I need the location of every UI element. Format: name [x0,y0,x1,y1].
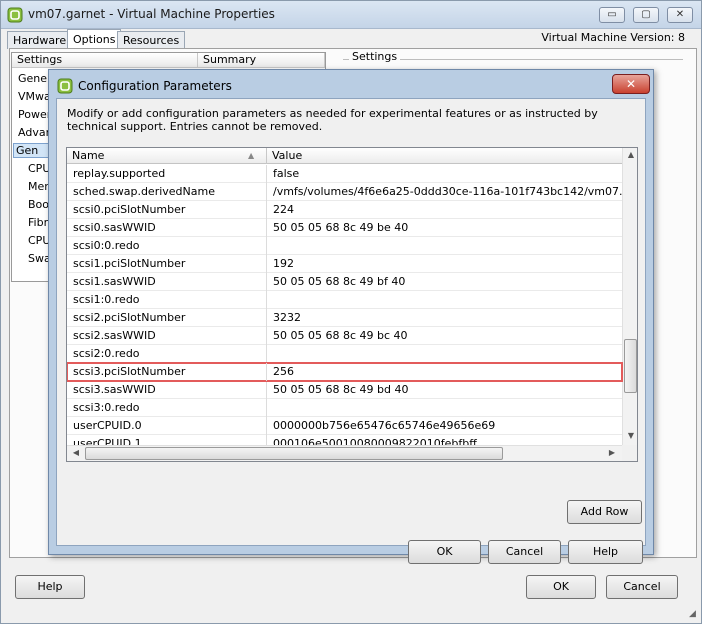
row-name: scsi3.sasWWID [67,381,267,399]
table-row[interactable]: scsi1.pciSlotNumber 192 [67,255,622,273]
table-row[interactable]: scsi3:0.redo [67,399,622,417]
minimize-button[interactable]: ▭ [599,7,625,23]
settings-group-label: Settings [349,50,401,63]
table-row[interactable]: replay.supported false [67,165,622,183]
table-header: Name ▲ Value [67,148,622,164]
table-row[interactable]: scsi2:0.redo [67,345,622,363]
list-item-vmware-tools[interactable]: VMwa [18,90,51,103]
row-name: scsi3.pciSlotNumber [67,363,267,381]
highlighted-table-row[interactable]: scsi3.pciSlotNumber 256 [67,362,623,382]
row-name: scsi3:0.redo [67,399,267,417]
row-value[interactable]: 192 [267,255,622,273]
cancel-button[interactable]: Cancel [606,575,678,599]
table-row[interactable]: scsi3.sasWWID 50 05 05 68 8c 49 bd 40 [67,381,622,399]
resize-grip[interactable]: ◢ [689,609,696,619]
tab-resources[interactable]: Resources [117,31,186,49]
close-button[interactable]: ✕ [667,7,693,23]
dialog-close-button[interactable]: ✕ [612,74,650,94]
horizontal-scrollbar[interactable]: ◀ ▶ [67,445,622,461]
vm-version-label: Virtual Machine Version: 8 [541,31,685,44]
dialog-ok-button[interactable]: OK [408,540,481,564]
vertical-scroll-thumb[interactable] [624,339,637,393]
configuration-parameters-dialog: Configuration Parameters ✕ Modify or add… [48,69,654,564]
row-value[interactable]: false [267,165,622,183]
row-value[interactable]: 256 [267,363,622,381]
sort-ascending-icon: ▲ [248,151,255,160]
scroll-down-arrow-icon[interactable]: ▼ [624,429,637,443]
list-item-boot-options[interactable]: Boo [28,198,49,211]
window-title: vm07.garnet - Virtual Machine Properties [28,7,275,21]
vmware-logo-icon [57,78,73,94]
row-name: scsi2:0.redo [67,345,267,363]
dialog-help-button[interactable]: Help [568,540,643,564]
maximize-button[interactable]: ▢ [633,7,659,23]
table-row[interactable]: scsi0:0.redo [67,237,622,255]
row-name: scsi1:0.redo [67,291,267,309]
row-value[interactable]: 224 [267,201,622,219]
row-value[interactable] [267,345,622,363]
row-value[interactable]: 50 05 05 68 8c 49 be 40 [267,219,622,237]
row-value[interactable] [267,291,622,309]
help-button[interactable]: Help [15,575,85,599]
table-row[interactable]: scsi1.sasWWID 50 05 05 68 8c 49 bf 40 [67,273,622,291]
scrollbar-corner [622,445,637,461]
row-name: scsi1.pciSlotNumber [67,255,267,273]
row-name: sched.swap.derivedName [67,183,267,201]
table-row[interactable]: scsi2.sasWWID 50 05 05 68 8c 49 bc 40 [67,327,622,345]
row-name: scsi0.pciSlotNumber [67,201,267,219]
name-column-header[interactable]: Name [67,148,267,164]
row-name: scsi0.sasWWID [67,219,267,237]
tab-options[interactable]: Options [67,29,122,49]
table-row[interactable]: scsi0.sasWWID 50 05 05 68 8c 49 be 40 [67,219,622,237]
row-name: replay.supported [67,165,267,183]
dialog-title: Configuration Parameters [78,79,232,93]
settings-column-header[interactable]: Settings [12,53,198,68]
row-value[interactable]: 50 05 05 68 8c 49 bf 40 [267,273,622,291]
list-item-general[interactable]: Gener [18,72,52,85]
window-titlebar[interactable]: vm07.garnet - Virtual Machine Properties… [1,1,701,29]
row-value[interactable]: 50 05 05 68 8c 49 bd 40 [267,381,622,399]
scroll-left-arrow-icon[interactable]: ◀ [69,446,83,460]
add-row-button[interactable]: Add Row [567,500,642,524]
table-row[interactable]: scsi0.pciSlotNumber 224 [67,201,622,219]
ok-button[interactable]: OK [526,575,596,599]
list-item-power[interactable]: Power [18,108,51,121]
row-value[interactable] [267,237,622,255]
horizontal-scroll-thumb[interactable] [85,447,503,460]
row-name: scsi2.pciSlotNumber [67,309,267,327]
tab-hardware[interactable]: Hardware [7,31,73,49]
row-name: scsi0:0.redo [67,237,267,255]
scroll-up-arrow-icon[interactable]: ▲ [624,148,637,162]
summary-column-header[interactable]: Summary [198,53,325,68]
row-value[interactable]: 0000000b756e65476c65746e49656e69 [267,417,622,435]
row-value[interactable] [267,399,622,417]
vertical-scrollbar[interactable]: ▲ ▼ [622,148,637,445]
table-row[interactable]: scsi2.pciSlotNumber 3232 [67,309,622,327]
row-name: userCPUID.0 [67,417,267,435]
dialog-description: Modify or add configuration parameters a… [67,107,598,133]
row-value[interactable]: 50 05 05 68 8c 49 bc 40 [267,327,622,345]
dialog-cancel-button[interactable]: Cancel [488,540,561,564]
table-row[interactable]: scsi1:0.redo [67,291,622,309]
row-name: scsi1.sasWWID [67,273,267,291]
value-column-header[interactable]: Value [267,148,622,164]
list-item-fibre-channel[interactable]: Fibr [28,216,48,229]
row-value[interactable]: 3232 [267,309,622,327]
list-item-advanced-general[interactable]: Gen [13,143,53,158]
table-row[interactable]: userCPUID.0 0000000b756e65476c65746e49656… [67,417,622,435]
dialog-body: Modify or add configuration parameters a… [56,98,646,564]
parameters-table: Name ▲ Value replay.supported false sched… [66,147,638,462]
vmware-logo-icon [7,7,23,23]
scroll-right-arrow-icon[interactable]: ▶ [605,446,619,460]
table-row[interactable]: sched.swap.derivedName/vmfs/volumes/4f6e… [67,183,622,201]
row-name: scsi2.sasWWID [67,327,267,345]
row-value[interactable]: /vmfs/volumes/4f6e6a25-0ddd30ce-116a-101… [267,183,622,201]
